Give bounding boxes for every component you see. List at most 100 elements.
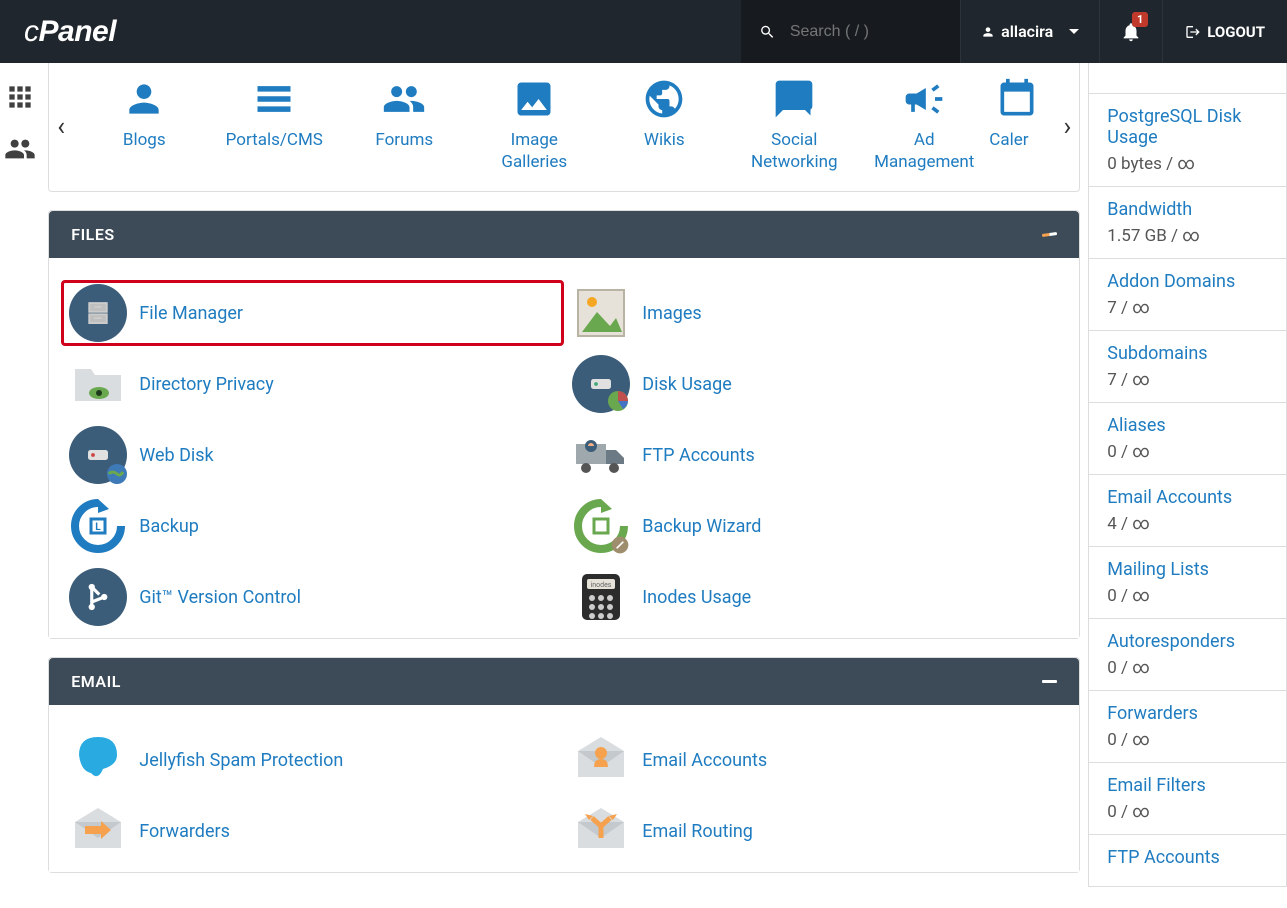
wand-icon — [610, 535, 630, 555]
chat-icon — [772, 77, 816, 121]
stat-mailing-lists[interactable]: Mailing Lists 0 / ∞ — [1088, 547, 1287, 619]
feat-label: FTP Accounts — [642, 445, 755, 466]
users-icon[interactable] — [4, 133, 36, 165]
forwarders[interactable]: Forwarders — [61, 798, 564, 864]
app-calendars[interactable]: Caler — [989, 71, 1049, 173]
left-icon-bar — [0, 63, 40, 887]
jellyfish-spam-protection[interactable]: Jellyfish Spam Protection — [61, 727, 564, 793]
file-manager[interactable]: File Manager — [61, 280, 564, 346]
stat-title: Mailing Lists — [1107, 559, 1268, 580]
envelope-arrow-icon — [69, 802, 127, 860]
directory-privacy[interactable]: Directory Privacy — [61, 351, 564, 417]
stat-title: FTP Accounts — [1107, 847, 1268, 868]
feat-label: Disk Usage — [642, 374, 731, 395]
feat-label: Directory Privacy — [139, 374, 273, 395]
feat-label: Backup — [139, 516, 199, 537]
git-version-control[interactable]: Git™ Version Control — [61, 564, 564, 630]
stat-value: 0 bytes / ∞ — [1107, 154, 1268, 174]
stat-aliases[interactable]: Aliases0 / ∞ — [1088, 403, 1287, 475]
feat-label: Forwarders — [139, 821, 230, 842]
clock-arrow-icon: L — [69, 497, 127, 555]
earth-icon — [105, 462, 129, 486]
stat-value: 0 / ∞ — [1107, 442, 1268, 462]
app-blogs[interactable]: Blogs — [79, 71, 209, 173]
stat-title: Forwarders — [1107, 703, 1268, 724]
feat-label: Inodes Usage — [642, 587, 751, 608]
top-header: cPanel allacira 1 LOGOUT — [0, 0, 1287, 63]
stat-value: 0 / ∞ — [1107, 730, 1268, 750]
search-box[interactable] — [741, 0, 960, 63]
disk-usage[interactable]: Disk Usage — [564, 351, 1067, 417]
stat-addon-domains[interactable]: Addon Domains 7 / ∞ — [1088, 259, 1287, 331]
app-label: Blogs — [123, 129, 166, 151]
app-image-galleries[interactable]: Image Galleries — [469, 71, 599, 173]
pie-icon — [606, 389, 630, 413]
calendar-icon — [995, 77, 1039, 121]
stat-title: Email Filters — [1107, 775, 1268, 796]
logout-button[interactable]: LOGOUT — [1162, 0, 1287, 63]
apps-grid-icon[interactable] — [4, 81, 36, 113]
email-header[interactable]: EMAIL — [49, 658, 1079, 705]
ftp-accounts[interactable]: FTP Accounts — [564, 422, 1067, 488]
stat-title: PostgreSQL Disk Usage — [1107, 106, 1268, 148]
stat-value: 1.57 GB / ∞ — [1107, 226, 1268, 246]
truck-icon — [572, 426, 630, 484]
search-input[interactable] — [790, 23, 942, 41]
feat-label: Web Disk — [139, 445, 213, 466]
collapse-icon[interactable] — [1042, 680, 1057, 683]
email-routing[interactable]: Email Routing — [564, 798, 1067, 864]
app-portals[interactable]: Portals/CMS — [209, 71, 339, 173]
feat-label: File Manager — [139, 303, 243, 324]
app-forums[interactable]: Forums — [339, 71, 469, 173]
inodes-usage[interactable]: inodes Inodes Usage — [564, 564, 1067, 630]
stat-bandwidth[interactable]: Bandwidth 1.57 GB / ∞ — [1088, 187, 1287, 259]
backup[interactable]: L Backup — [61, 493, 564, 559]
app-ad-management[interactable]: Ad Management — [859, 71, 989, 173]
stat-value: 0 / ∞ — [1107, 658, 1268, 678]
jellyfish-icon — [69, 731, 127, 789]
email-section: EMAIL Jellyfish Spam Protection Email Ac… — [48, 657, 1080, 873]
feat-label: Images — [642, 303, 701, 324]
collapse-icon[interactable] — [1042, 232, 1057, 237]
stat-title: Addon Domains — [1107, 271, 1268, 292]
app-wikis[interactable]: Wikis — [599, 71, 729, 173]
photo-icon — [572, 284, 630, 342]
list-icon — [252, 77, 296, 121]
app-label: Forums — [375, 129, 433, 151]
files-header[interactable]: FILES — [49, 211, 1079, 258]
svg-text:L: L — [96, 522, 102, 533]
git-icon — [83, 582, 113, 612]
stat-value: 7 / ∞ — [1107, 298, 1268, 318]
feat-label: Backup Wizard — [642, 516, 761, 537]
stat-forwarders[interactable]: Forwarders 0 / ∞ — [1088, 691, 1287, 763]
stat-title: Autoresponders — [1107, 631, 1268, 652]
stat-email-filters[interactable]: Email Filters0 / ∞ — [1088, 763, 1287, 835]
user-menu[interactable]: allacira — [960, 0, 1099, 63]
stat-title: Bandwidth — [1107, 199, 1268, 220]
backup-wizard[interactable]: Backup Wizard — [564, 493, 1067, 559]
person-icon — [122, 77, 166, 121]
app-label: Caler — [989, 129, 1028, 151]
carousel-prev[interactable]: ‹ — [53, 112, 69, 142]
stat-postgresql[interactable]: PostgreSQL Disk Usage 0 bytes / ∞ — [1088, 94, 1287, 187]
envelope-split-icon — [572, 802, 630, 860]
stat-subdomains[interactable]: Subdomains7 / ∞ — [1088, 331, 1287, 403]
images[interactable]: Images — [564, 280, 1067, 346]
stat-ftp-accounts[interactable]: FTP Accounts — [1088, 835, 1287, 887]
app-social-networking[interactable]: Social Networking — [729, 71, 859, 173]
stat-value: 0 / ∞ — [1107, 586, 1268, 606]
notification-badge: 1 — [1132, 12, 1148, 27]
stat-email-accounts[interactable]: Email Accounts4 / ∞ — [1088, 475, 1287, 547]
brand-logo[interactable]: cPanel — [0, 15, 140, 49]
apps-carousel: ‹ Blogs Portals/CMS Forums Image Galleri… — [48, 63, 1080, 192]
stat-autoresponders[interactable]: Autoresponders 0 / ∞ — [1088, 619, 1287, 691]
email-accounts[interactable]: Email Accounts — [564, 727, 1067, 793]
carousel-next[interactable]: › — [1059, 112, 1075, 142]
section-title: FILES — [71, 225, 114, 244]
megaphone-icon — [902, 77, 946, 121]
notifications-button[interactable]: 1 — [1099, 0, 1162, 63]
stats-sidebar: PostgreSQL Disk Usage 0 bytes / ∞ Bandwid… — [1088, 63, 1287, 887]
logout-label: LOGOUT — [1207, 23, 1265, 41]
web-disk[interactable]: Web Disk — [61, 422, 564, 488]
search-icon — [759, 22, 776, 42]
